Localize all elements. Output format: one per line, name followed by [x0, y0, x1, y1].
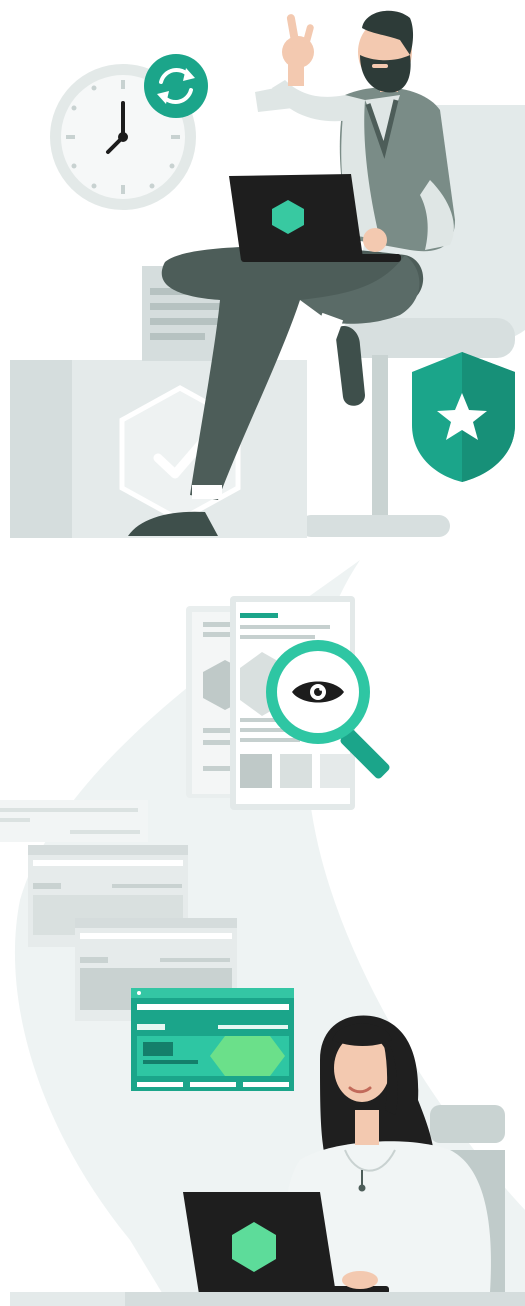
illustration-canvas [0, 0, 525, 1306]
report-window-active [131, 988, 294, 1091]
marketing-illustration [0, 10, 525, 1306]
desk-surface [10, 1292, 525, 1306]
refresh-icon [144, 54, 208, 118]
shield-star-icon [412, 352, 515, 482]
report-window-1 [0, 800, 148, 842]
